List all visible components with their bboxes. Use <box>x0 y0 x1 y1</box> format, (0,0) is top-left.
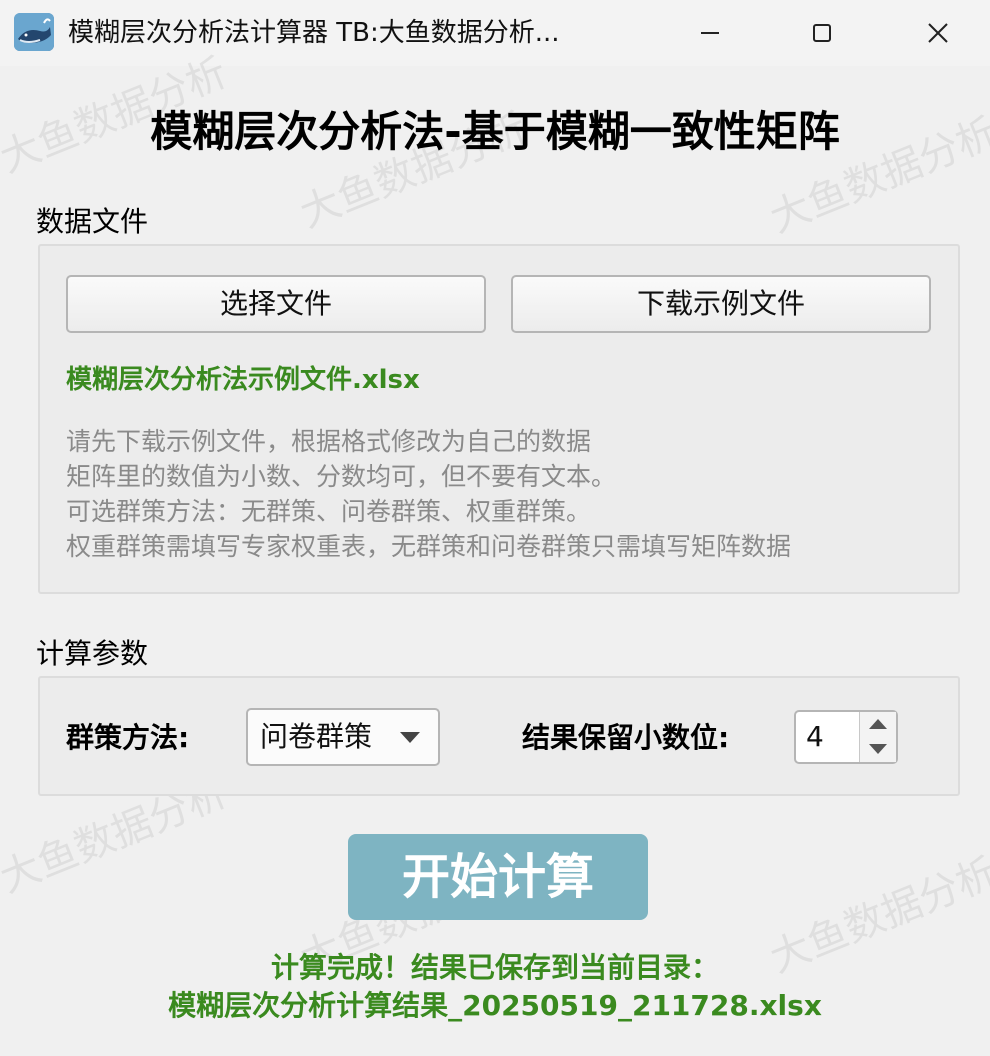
decimals-spinbox[interactable]: 4 <box>794 710 898 764</box>
download-sample-button[interactable]: 下载示例文件 <box>511 275 931 333</box>
method-label: 群策方法: <box>66 721 190 754</box>
chevron-down-icon <box>400 732 420 743</box>
minimize-icon <box>701 32 719 34</box>
status-message: 计算完成！结果已保存到当前目录： <box>270 951 719 984</box>
params-section-label: 计算参数 <box>36 637 149 670</box>
whale-app-icon <box>14 13 54 51</box>
spin-up-button[interactable] <box>860 712 896 737</box>
title-bar[interactable]: 模糊层次分析法计算器 TB:大鱼数据分析... <box>0 0 990 66</box>
method-select-value: 问卷群策 <box>260 720 373 753</box>
data-file-section-label: 数据文件 <box>36 205 149 238</box>
triangle-up-icon <box>869 719 887 729</box>
window-title: 模糊层次分析法计算器 TB:大鱼数据分析... <box>68 18 560 48</box>
hint-line: 权重群策需填写专家权重表，无群策和问卷群策只需填写矩阵数据 <box>66 532 792 561</box>
start-calculation-button[interactable]: 开始计算 <box>348 834 648 920</box>
close-button[interactable] <box>880 0 990 66</box>
spin-buttons <box>859 712 896 762</box>
method-select[interactable]: 问卷群策 <box>246 708 440 766</box>
page-title: 模糊层次分析法-基于模糊一致性矩阵 <box>150 107 840 156</box>
triangle-down-icon <box>869 744 887 754</box>
spin-down-button[interactable] <box>860 737 896 762</box>
decimals-label: 结果保留小数位: <box>522 721 730 754</box>
decimals-value[interactable]: 4 <box>806 712 824 762</box>
select-file-button[interactable]: 选择文件 <box>66 275 486 333</box>
hint-line: 矩阵里的数值为小数、分数均可，但不要有文本。 <box>66 462 617 491</box>
app-window: 模糊层次分析法计算器 TB:大鱼数据分析... 大鱼数据分析 大鱼数据分析 大鱼… <box>0 0 990 1056</box>
hint-line: 请先下载示例文件，根据格式修改为自己的数据 <box>66 427 592 456</box>
selected-file-name: 模糊层次分析法示例文件.xlsx <box>66 365 420 395</box>
maximize-button[interactable] <box>764 0 880 66</box>
status-file-path: 模糊层次分析计算结果_20250519_211728.xlsx <box>168 989 822 1022</box>
maximize-icon <box>813 24 831 42</box>
hint-line: 可选群策方法：无群策、问卷群策、权重群策。 <box>66 497 592 526</box>
minimize-button[interactable] <box>652 0 768 66</box>
close-icon <box>928 23 948 43</box>
